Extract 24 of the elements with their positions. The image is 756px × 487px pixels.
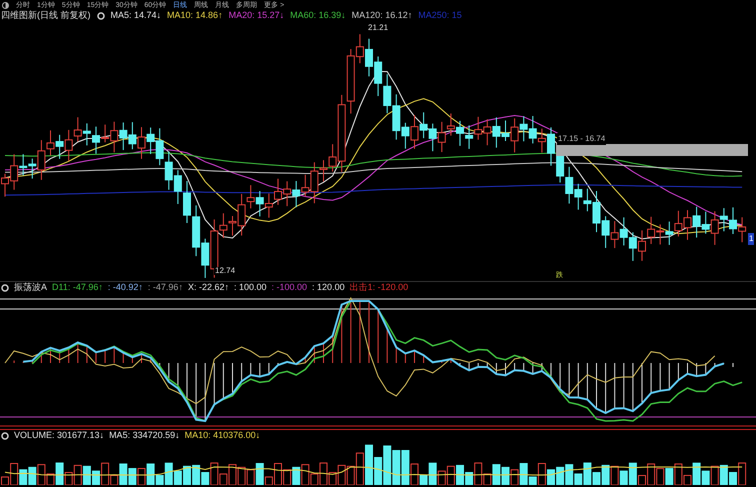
- indicator-value: MA250: 15: [418, 11, 462, 20]
- indicator-value: MA5: 14.74↓: [110, 11, 162, 20]
- indicator-value: : 120.00: [312, 283, 345, 292]
- price-range-label: 17.15 - 16.74: [557, 133, 606, 145]
- indicator-value: MA10: 14.86↑: [167, 11, 223, 20]
- indicator-value: MA60: 16.39↓: [290, 11, 346, 20]
- indicator-title: 振荡波A: [14, 283, 48, 292]
- indicator-value: : -40.92↑: [108, 283, 143, 292]
- indicator-value: X: -22.62↑: [188, 283, 229, 292]
- chart-title: 四维图新(日线 前复权): [1, 11, 90, 20]
- indicator-value: VOLUME: 301677.13↓: [14, 431, 104, 440]
- indicator-value: : 100.00: [234, 283, 267, 292]
- indicator-value: D11: -47.96↑: [52, 283, 103, 292]
- toggle-icon[interactable]: [2, 2, 9, 8]
- indicator-value: : -100.00: [272, 283, 308, 292]
- indicator-value: 出击1: -120.00: [350, 283, 408, 292]
- price-axis-badge: 1: [748, 233, 754, 245]
- indicator-value: MA5: 334720.59↓: [109, 431, 180, 440]
- high-price-label: 21.21: [368, 22, 388, 34]
- indicator-value: : -47.96↑: [148, 283, 183, 292]
- low-price-label: 12.74: [214, 267, 236, 275]
- indicator-value: MA20: 15.27↓: [228, 11, 284, 20]
- indicator-value: MA10: 410376.00↓: [184, 431, 260, 440]
- indicator-value: MA120: 16.12↑: [352, 11, 412, 20]
